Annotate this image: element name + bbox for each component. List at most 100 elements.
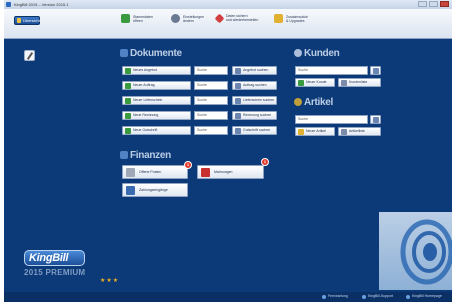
search-icon <box>235 98 241 104</box>
button-label: Artikelliste <box>349 129 365 133</box>
app-window: KingBill 2015 – Version 2015.1 Übersicht… <box>4 0 452 302</box>
rechnung-search-input[interactable]: Suche <box>194 111 228 120</box>
search-rechnung-button[interactable]: Rechnung suchen <box>232 111 277 120</box>
ribbon: Übersicht Stammdaten öffnen Einstellunge… <box>4 9 452 39</box>
button-label: Neuer Auftrag <box>133 83 155 87</box>
button-label: Neuer Lieferschein <box>133 98 163 102</box>
search-auftrag-button[interactable]: Auftrag suchen <box>232 81 277 90</box>
ribbon-item-label: Einstellungen ändern <box>183 15 204 23</box>
search-icon <box>373 68 379 74</box>
add-user-icon <box>298 80 304 86</box>
customer-search-button[interactable] <box>370 66 381 75</box>
section-title-text: Dokumente <box>130 48 182 59</box>
button-label: Auftrag suchen <box>243 83 267 87</box>
start-button[interactable]: Übersicht <box>14 16 40 25</box>
ribbon-item-label: Stammdaten öffnen <box>133 15 153 23</box>
reminder-icon <box>201 168 210 177</box>
search-placeholder: Suche <box>197 113 207 117</box>
new-lieferschein-button[interactable]: Neuer Lieferschein <box>122 96 191 105</box>
logo-name: KingBill <box>24 250 86 266</box>
gutschrift-search-input[interactable]: Suche <box>194 126 228 135</box>
title-bar: KingBill 2015 – Version 2015.1 <box>4 0 452 9</box>
search-placeholder: Suche <box>298 117 308 121</box>
auftrag-search-input[interactable]: Suche <box>194 81 228 90</box>
section-title-text: Kunden <box>304 48 340 59</box>
link-label: KingBill-Support <box>368 294 394 298</box>
new-document-icon <box>125 128 131 134</box>
search-placeholder: Suche <box>298 68 308 72</box>
minimize-button[interactable] <box>418 1 427 7</box>
window-title: KingBill 2015 – Version 2015.1 <box>14 2 69 7</box>
window-controls <box>418 1 449 7</box>
maximize-button[interactable] <box>429 1 438 7</box>
ribbon-item-label: Daten sichern und wiederherstellen <box>226 14 258 22</box>
new-document-icon <box>125 68 131 74</box>
documents-icon <box>120 49 128 58</box>
new-document-icon <box>125 83 131 89</box>
search-placeholder: Suche <box>197 68 207 72</box>
new-article-button[interactable]: Neuer Artikel <box>295 127 335 136</box>
backup-icon <box>214 13 225 23</box>
payments-button[interactable]: Zahlungseingänge <box>122 183 188 197</box>
section-title-text: Finanzen <box>130 150 171 161</box>
edit-layout-button[interactable] <box>24 50 35 61</box>
new-document-icon <box>125 113 131 119</box>
lieferschein-search-input[interactable]: Suche <box>194 96 228 105</box>
link-label: Fernwartung <box>328 294 348 298</box>
target-icon <box>400 219 452 285</box>
homepage-link[interactable]: KingBill Homepage <box>406 294 442 299</box>
reminders-button[interactable]: Mahnungen <box>197 165 264 179</box>
ribbon-item-datensicherung[interactable]: Daten sichern und wiederherstellen <box>214 13 258 23</box>
open-items-button[interactable]: Offene Posten <box>122 165 188 179</box>
list-icon <box>341 129 347 135</box>
button-label: Neues Angebot <box>133 68 157 72</box>
search-placeholder: Suche <box>197 128 207 132</box>
ribbon-item-label-line2: ändern <box>183 18 194 23</box>
support-link[interactable]: KingBill-Support <box>362 294 393 299</box>
rating-stars: ★★★ <box>100 278 120 284</box>
button-label: Neuer Kunde <box>306 80 327 84</box>
stammdaten-icon <box>121 14 130 23</box>
button-label: Kundenliste <box>349 80 368 84</box>
section-title-finanzen: Finanzen <box>120 150 171 162</box>
logo-edition: 2015 PREMIUM <box>24 268 86 277</box>
ribbon-item-label-line2: & Upgrades <box>286 18 305 23</box>
article-search-button[interactable] <box>370 115 381 124</box>
home-icon <box>17 18 21 23</box>
new-rechnung-button[interactable]: Neue Rechnung <box>122 111 191 120</box>
ribbon-item-einstellungen[interactable]: Einstellungen ändern <box>171 14 204 23</box>
button-label: Angebot suchen <box>243 68 269 72</box>
remote-support-link[interactable]: Fernwartung <box>322 294 348 299</box>
new-gutschrift-button[interactable]: Neue Gutschrift <box>122 126 191 135</box>
section-title-artikel: Artikel <box>294 97 333 109</box>
search-gutschrift-button[interactable]: Gutschrift suchen <box>232 126 277 135</box>
button-label: Rechnung suchen <box>243 113 272 117</box>
ribbon-item-zusatzmodule[interactable]: Zusatzmodule & Upgrades <box>274 14 308 23</box>
kingbill-logo: KingBill 2015 PREMIUM <box>24 250 86 277</box>
finance-icon <box>120 151 128 160</box>
search-icon <box>235 83 241 89</box>
open-items-count-badge: 1 <box>184 161 192 169</box>
new-auftrag-button[interactable]: Neuer Auftrag <box>122 81 191 90</box>
badge-count: 1 <box>263 159 267 164</box>
angebot-search-input[interactable]: Suche <box>194 66 228 75</box>
article-search-input[interactable]: Suche <box>295 115 368 124</box>
new-customer-button[interactable]: Neuer Kunde <box>295 78 335 87</box>
close-button[interactable] <box>440 1 449 7</box>
payments-icon <box>126 186 135 195</box>
customer-list-button[interactable]: Kundenliste <box>338 78 381 87</box>
new-angebot-button[interactable]: Neues Angebot <box>122 66 191 75</box>
badge-count: 1 <box>186 162 190 167</box>
open-items-icon <box>126 168 135 177</box>
button-label: Neue Gutschrift <box>133 128 158 132</box>
article-list-button[interactable]: Artikelliste <box>338 127 381 136</box>
button-label: Neue Rechnung <box>133 113 159 117</box>
search-lieferschein-button[interactable]: Lieferschein suchen <box>232 96 277 105</box>
add-article-icon <box>298 129 304 135</box>
button-label: Gutschrift suchen <box>243 128 271 132</box>
button-label: Offene Posten <box>139 170 162 174</box>
customer-search-input[interactable]: Suche <box>295 66 368 75</box>
search-angebot-button[interactable]: Angebot suchen <box>232 66 277 75</box>
button-label: Mahnungen <box>214 170 233 174</box>
ribbon-item-stammdaten[interactable]: Stammdaten öffnen <box>121 14 153 23</box>
